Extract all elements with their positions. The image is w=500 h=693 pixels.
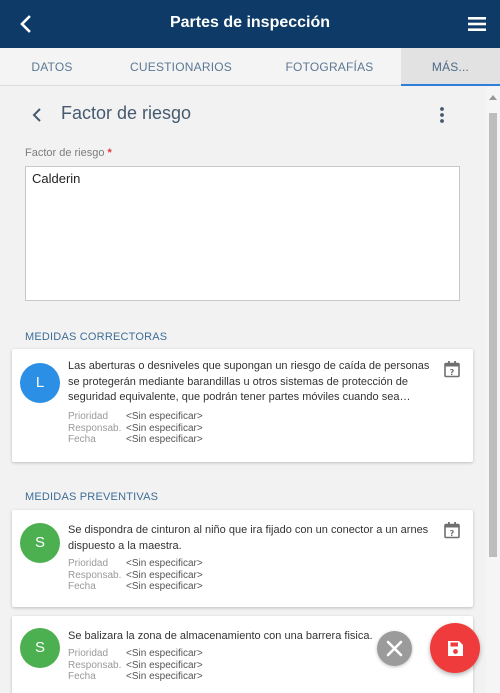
- tab-fotografias[interactable]: FOTOGRAFÍAS: [258, 48, 401, 86]
- svg-text:?: ?: [450, 368, 455, 377]
- measure-text: Las aberturas o desniveles que supongan …: [68, 360, 430, 403]
- responsible-value: <Sin especificar>: [126, 569, 203, 581]
- priority-label: Prioridad: [68, 558, 109, 569]
- date-label: Fecha: [68, 434, 96, 445]
- priority-value: <Sin especificar>: [126, 648, 203, 659]
- list-item[interactable]: L Las aberturas o desniveles que suponga…: [12, 349, 473, 462]
- scrollbar[interactable]: [486, 87, 500, 693]
- date-value: <Sin especificar>: [126, 581, 203, 592]
- priority-label: Prioridad: [68, 411, 109, 422]
- tab-datos[interactable]: DATOS: [0, 48, 104, 86]
- date-label: Fecha: [68, 671, 96, 682]
- svg-text:?: ?: [450, 529, 455, 538]
- section-title: Factor de riesgo: [61, 103, 192, 123]
- calendar-icon[interactable]: ?: [443, 521, 461, 539]
- page-title: Partes de inspección: [169, 14, 331, 31]
- priority-value: <Sin especificar>: [126, 558, 203, 569]
- priority-value: <Sin especificar>: [126, 411, 203, 422]
- tab-bar: DATOS CUESTIONARIOS FOTOGRAFÍAS MÁS...: [0, 48, 500, 86]
- floppy-disk-icon: [448, 641, 463, 656]
- measure-meta: Prioridad <Sin especificar> Responsab. <Si…: [68, 411, 203, 446]
- measure-text: Se dispondra de cinturon al niño que ira…: [68, 524, 429, 552]
- section-header: Factor de riesgo: [0, 87, 486, 143]
- measure-meta: Prioridad <Sin especificar> Responsab. <Si…: [68, 648, 203, 683]
- tab-cuestionarios[interactable]: CUESTIONARIOS: [104, 48, 258, 86]
- avatar: S: [20, 628, 60, 668]
- field-label-text: Factor de riesgo: [25, 147, 105, 159]
- medidas-correctoras-title: MEDIDAS CORRECTORAS: [25, 331, 168, 343]
- responsible-label: Responsab.: [68, 569, 122, 581]
- avatar: S: [20, 523, 60, 563]
- app-bar: Partes de inspección: [0, 0, 500, 48]
- responsible-value: <Sin especificar>: [126, 422, 203, 434]
- responsible-label: Responsab.: [68, 422, 122, 434]
- hamburger-menu-icon[interactable]: [466, 13, 488, 35]
- content-area: Factor de riesgo Factor de riesgo * Cald…: [0, 87, 486, 693]
- scroll-up-arrow-icon[interactable]: [489, 95, 497, 100]
- calendar-icon[interactable]: ?: [443, 360, 461, 378]
- date-value: <Sin especificar>: [126, 434, 203, 445]
- tab-mas[interactable]: MÁS...: [401, 48, 500, 86]
- medidas-preventivas-title: MEDIDAS PREVENTIVAS: [25, 491, 159, 503]
- measure-meta: Prioridad <Sin especificar> Responsab. <Si…: [68, 558, 203, 593]
- list-item[interactable]: S Se dispondra de cinturon al niño que i…: [12, 510, 473, 607]
- priority-label: Prioridad: [68, 648, 109, 659]
- cancel-button[interactable]: [377, 631, 412, 666]
- required-mark: *: [107, 147, 112, 159]
- save-button[interactable]: [430, 623, 480, 673]
- more-vert-icon[interactable]: [432, 105, 452, 125]
- factor-riesgo-textarea[interactable]: Calderin: [25, 166, 460, 301]
- close-icon: [386, 640, 403, 657]
- scrollbar-thumb[interactable]: [489, 113, 497, 557]
- date-label: Fecha: [68, 581, 96, 592]
- chevron-left-icon[interactable]: [28, 105, 48, 125]
- responsible-label: Responsab.: [68, 659, 122, 671]
- field-label: Factor de riesgo *: [25, 147, 112, 159]
- avatar: L: [20, 363, 60, 403]
- date-value: <Sin especificar>: [126, 671, 203, 682]
- responsible-value: <Sin especificar>: [126, 659, 203, 671]
